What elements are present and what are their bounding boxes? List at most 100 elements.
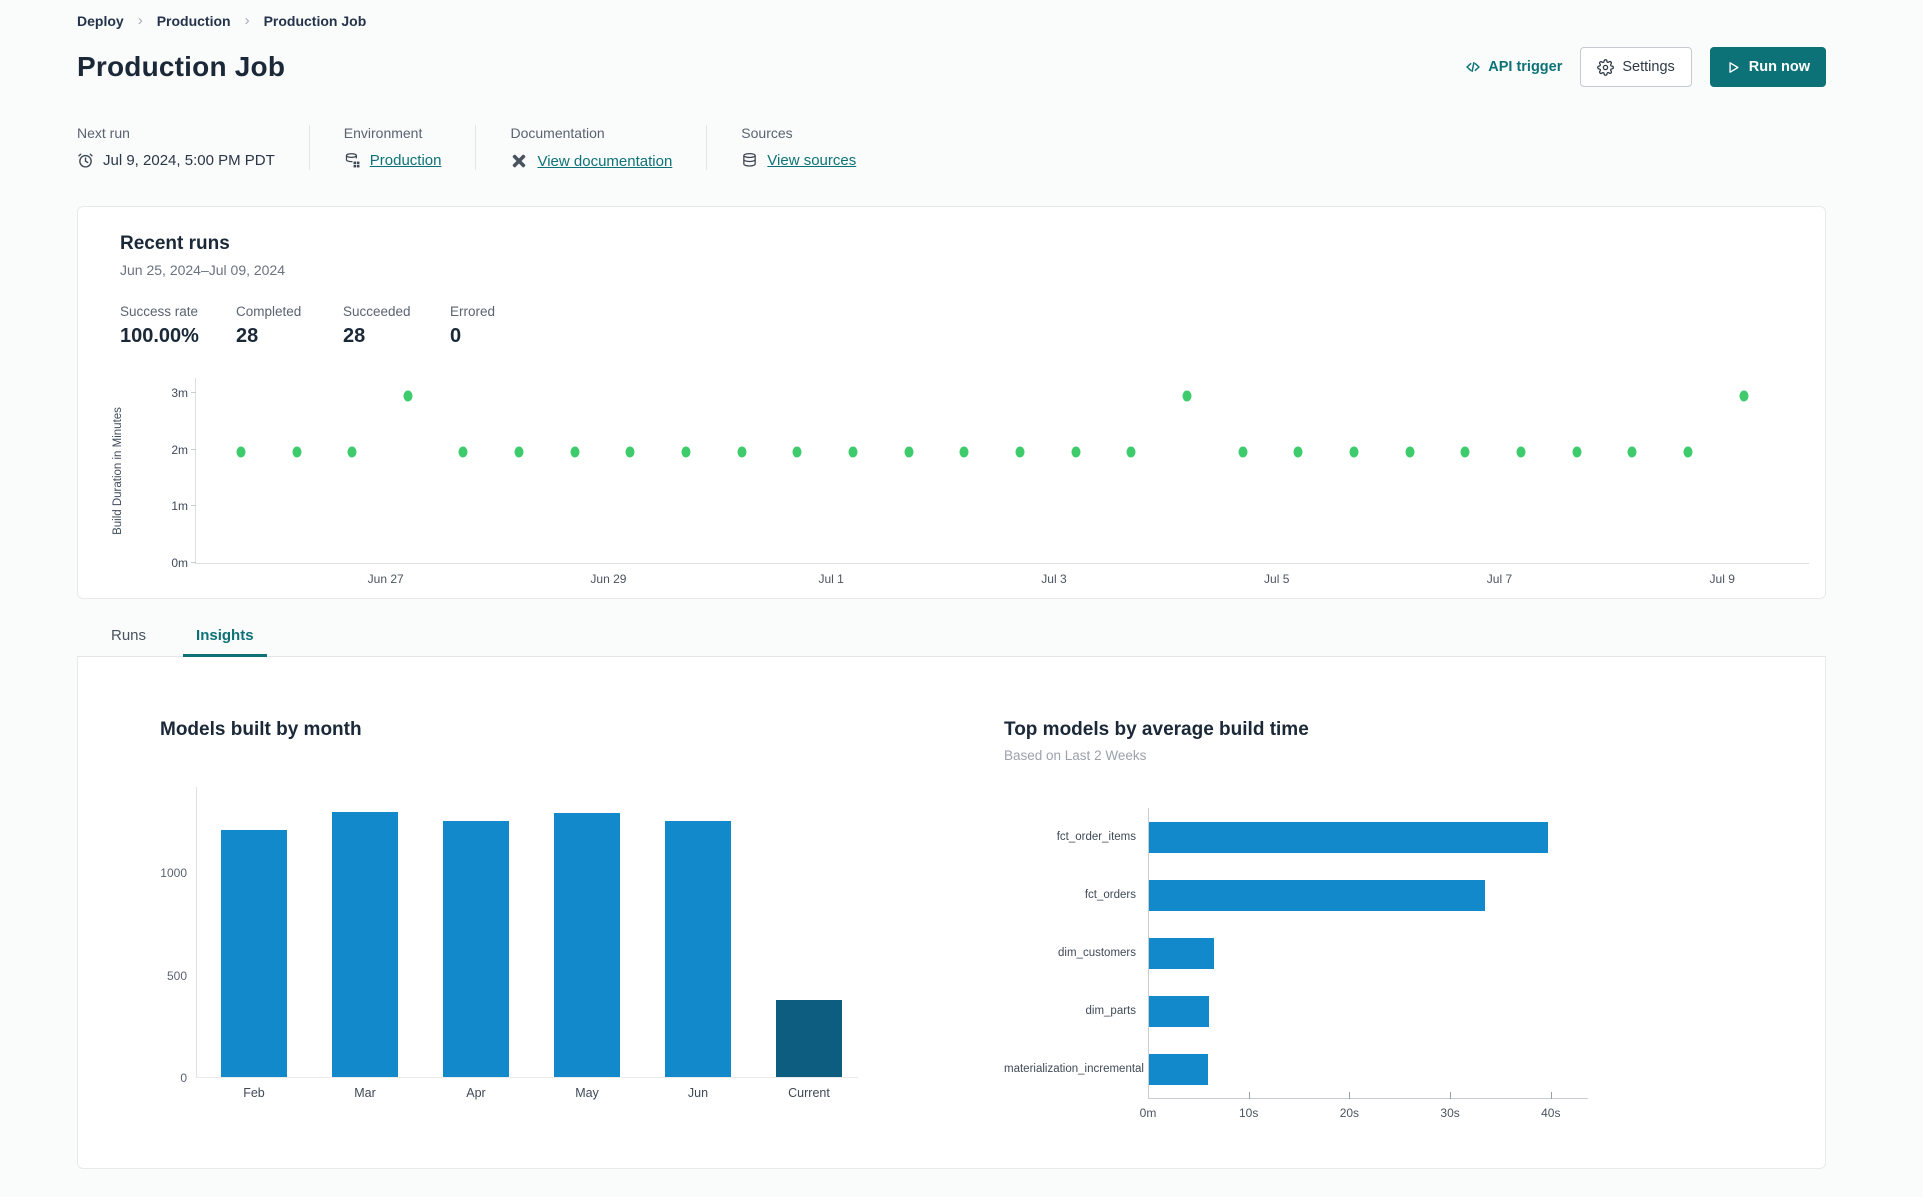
models-built-chart: 0 500 1000 Feb Mar Apr May Jun Current	[160, 787, 938, 1100]
header-actions: API trigger Settings Run now	[1465, 47, 1826, 87]
hbar-x-tick-label: 10s	[1239, 1106, 1259, 1120]
run-data-point	[292, 446, 301, 458]
environment-link[interactable]: Production	[370, 152, 442, 169]
stat-completed: Completed 28	[236, 304, 302, 347]
run-data-point	[236, 446, 246, 458]
api-trigger-link[interactable]: API trigger	[1465, 59, 1562, 75]
hbar-x-tick-label: 30s	[1440, 1106, 1460, 1120]
hbar-x-tick-mark	[1248, 1092, 1250, 1099]
run-data-point	[514, 446, 524, 458]
gear-icon	[1597, 58, 1615, 76]
scatter-y-tick-label: 1m	[171, 499, 188, 514]
meta-label: Next run	[77, 125, 130, 141]
run-data-point	[1182, 390, 1192, 402]
scatter-x-tick-label: Jul 1	[818, 572, 844, 586]
meta-label: Documentation	[510, 125, 605, 141]
page-content: Deploy › Production › Production Job Pro…	[0, 0, 1923, 1169]
month-bar	[332, 811, 398, 1077]
run-data-point	[1293, 446, 1303, 458]
vbar-x-tick-label: May	[575, 1086, 599, 1100]
run-data-point	[681, 446, 691, 458]
run-data-point	[1460, 446, 1470, 458]
hbar-track	[1148, 821, 1581, 853]
breadcrumb-current-page: Production Job	[263, 12, 367, 29]
hbar-track	[1148, 995, 1581, 1027]
view-sources-link[interactable]: View sources	[767, 152, 856, 169]
api-trigger-label: API trigger	[1488, 59, 1563, 75]
vbar-column: Jun	[665, 787, 731, 1100]
vbar-y-tick-label: 500	[166, 968, 187, 983]
run-data-point	[1238, 446, 1248, 458]
hbar-x-tick-mark	[1550, 1092, 1552, 1099]
run-data-point	[1015, 446, 1025, 458]
hbar-x-axis: 0m 10s 20s 30s 40s	[1140, 1092, 1588, 1128]
clock-icon	[77, 152, 94, 169]
models-built-chart-title: Models built by month	[160, 719, 362, 740]
model-name-label: dim_parts	[1085, 1005, 1137, 1017]
run-data-point	[1349, 446, 1359, 458]
run-data-point	[904, 446, 914, 458]
model-name-label: materialization_incremental	[1004, 1063, 1144, 1075]
scatter-x-tick-label: Jul 5	[1264, 572, 1290, 586]
recent-runs-stats: Success rate 100.00% Completed 28 Succee…	[78, 304, 1825, 348]
scatter-y-tick-mark	[191, 391, 196, 393]
model-build-time-row: fct_order_items	[1004, 808, 1825, 866]
hbar-x-tick-label: 40s	[1541, 1106, 1561, 1120]
job-meta-row: Next run Jul 9, 2024, 5:00 PM PDT Enviro…	[77, 125, 1826, 170]
vbar-x-tick-label: Jun	[687, 1086, 709, 1100]
run-data-point	[959, 446, 969, 458]
tab-runs[interactable]: Runs	[98, 627, 159, 656]
breadcrumb-deploy[interactable]: Deploy	[77, 13, 124, 29]
recent-runs-date-range: Jun 25, 2024–Jul 09, 2024	[120, 262, 286, 278]
database-icon	[741, 152, 758, 169]
model-build-time-row: materialization_incremental	[1004, 1040, 1825, 1098]
top-models-chart-title: Top models by average build time	[1004, 719, 1309, 740]
settings-label: Settings	[1622, 59, 1675, 75]
model-build-time-bar	[1148, 879, 1486, 911]
run-data-point	[625, 446, 635, 458]
run-now-button[interactable]: Run now	[1709, 47, 1826, 87]
recent-runs-title: Recent runs	[120, 233, 230, 254]
scatter-y-tick-label: 3m	[171, 385, 188, 400]
model-name-label: fct_orders	[1084, 889, 1136, 901]
job-tabs: Runs Insights	[77, 627, 1826, 657]
run-now-label: Run now	[1748, 59, 1810, 75]
run-data-point	[1071, 446, 1081, 458]
run-data-point	[1126, 446, 1136, 458]
breadcrumb-production[interactable]: Production	[157, 13, 231, 29]
hbar-x-tick-label: 20s	[1339, 1106, 1360, 1120]
run-data-point	[1739, 390, 1749, 402]
vbar-y-axis: 0 500 1000	[160, 787, 196, 1085]
run-data-point	[570, 446, 580, 458]
chevron-right-icon: ›	[137, 12, 143, 29]
models-built-by-month-section: Models built by month 0 500 1000 Feb Mar Apr…	[78, 719, 938, 1128]
meta-documentation: Documentation View documentation	[475, 125, 706, 170]
run-data-point	[1572, 446, 1582, 458]
run-data-point	[347, 446, 357, 458]
dbt-docs-icon	[510, 152, 528, 170]
model-build-time-row: dim_parts	[1004, 982, 1825, 1040]
month-bar	[665, 820, 731, 1077]
stat-succeeded: Succeeded 28	[343, 304, 411, 347]
hbar-track	[1148, 1053, 1581, 1085]
top-models-section: Top models by average build time Based o…	[938, 719, 1825, 1128]
hbar-x-tick-mark	[1450, 1092, 1452, 1099]
model-name-label: fct_order_items	[1056, 831, 1136, 843]
next-run-value: Jul 9, 2024, 5:00 PM PDT	[103, 152, 275, 169]
month-bar	[443, 820, 509, 1077]
vbar-column: Feb	[221, 787, 287, 1100]
scatter-y-tick-mark	[191, 448, 196, 450]
month-bar	[554, 812, 620, 1077]
run-data-point	[1405, 446, 1415, 458]
run-data-point	[792, 446, 802, 458]
view-documentation-link[interactable]: View documentation	[537, 153, 672, 170]
month-bar	[776, 1000, 842, 1077]
meta-label: Sources	[741, 125, 793, 141]
settings-button[interactable]: Settings	[1580, 47, 1692, 87]
model-build-time-bar	[1148, 995, 1210, 1027]
hbar-x-tick-mark	[1349, 1092, 1351, 1099]
page-header: Production Job API trigger Settings Run …	[77, 47, 1826, 87]
vbar-x-tick-label: Current	[788, 1086, 830, 1100]
tab-insights[interactable]: Insights	[183, 627, 267, 657]
build-duration-chart: Build Duration in Minutes 0m 1m 2m 3m Jun 27…	[78, 378, 1825, 586]
